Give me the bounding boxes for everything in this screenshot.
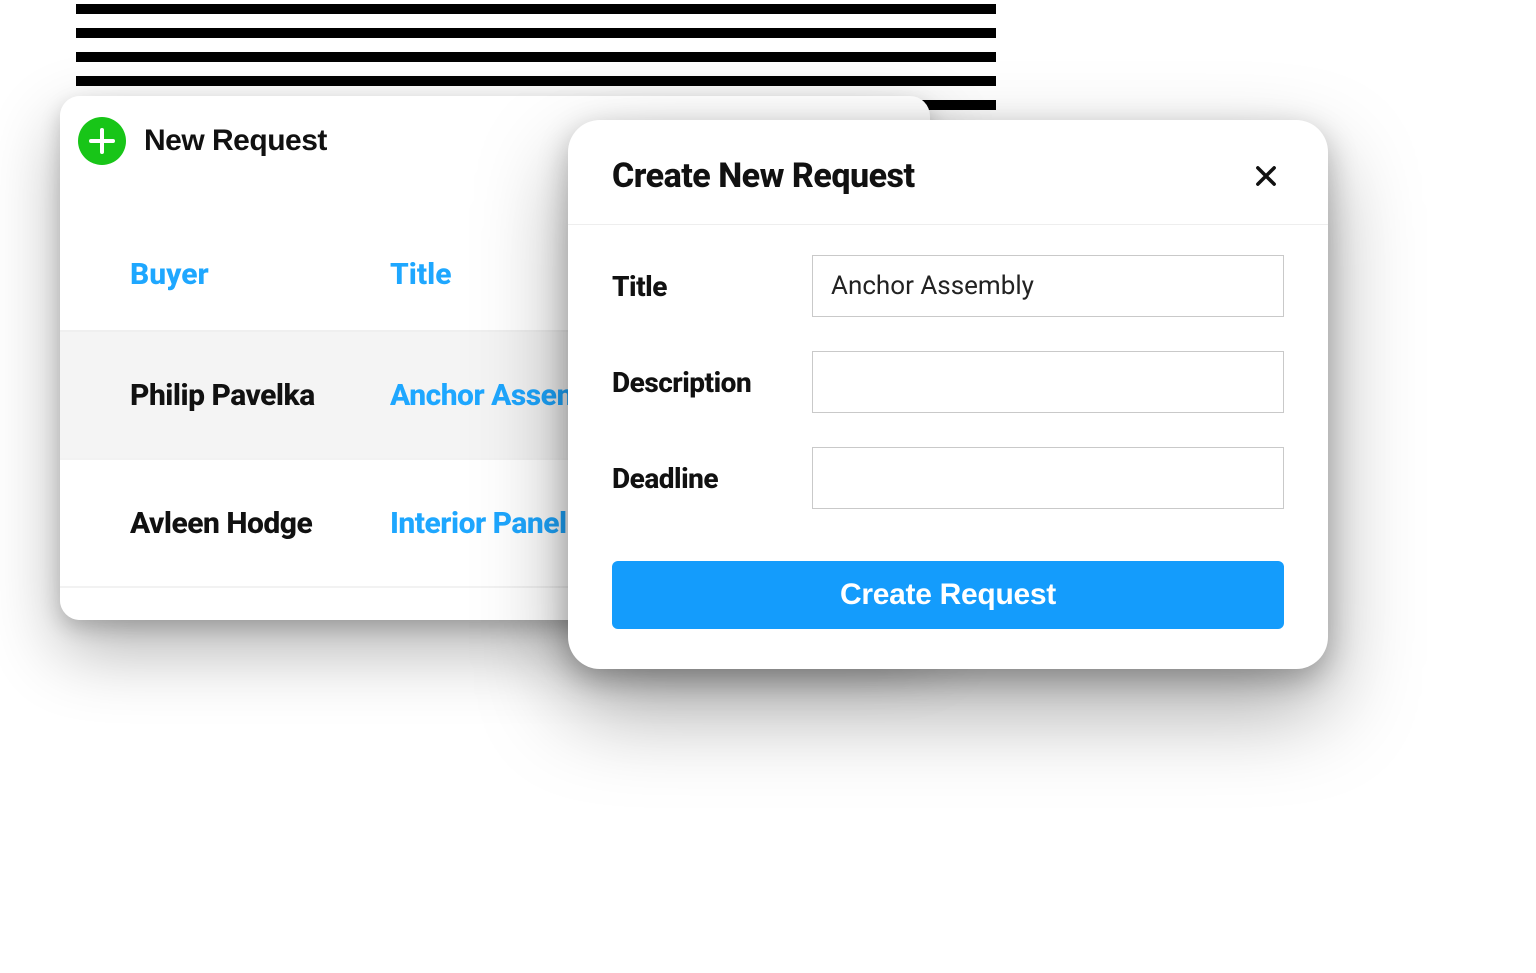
form-row-description: Description: [612, 351, 1284, 413]
modal-header: Create New Request: [568, 120, 1328, 225]
label-title: Title: [612, 270, 792, 303]
column-header-buyer[interactable]: Buyer: [130, 257, 390, 292]
label-deadline: Deadline: [612, 462, 792, 495]
form-row-deadline: Deadline: [612, 447, 1284, 509]
modal-body: Title Description Deadline: [568, 225, 1328, 561]
new-request-button[interactable]: New Request: [60, 96, 355, 186]
description-input[interactable]: [812, 351, 1284, 413]
close-icon: [1252, 162, 1280, 190]
modal-title: Create New Request: [612, 156, 915, 196]
cell-buyer: Avleen Hodge: [130, 506, 390, 541]
label-description: Description: [612, 366, 792, 399]
cell-buyer: Philip Pavelka: [130, 378, 390, 413]
plus-icon: [78, 117, 126, 165]
title-input[interactable]: [812, 255, 1284, 317]
modal-footer: Create Request: [568, 561, 1328, 669]
new-request-label: New Request: [144, 124, 327, 158]
create-request-modal: Create New Request Title Description Dea…: [568, 120, 1328, 669]
deadline-input[interactable]: [812, 447, 1284, 509]
form-row-title: Title: [612, 255, 1284, 317]
close-button[interactable]: [1248, 158, 1284, 194]
create-request-submit-button[interactable]: Create Request: [612, 561, 1284, 629]
